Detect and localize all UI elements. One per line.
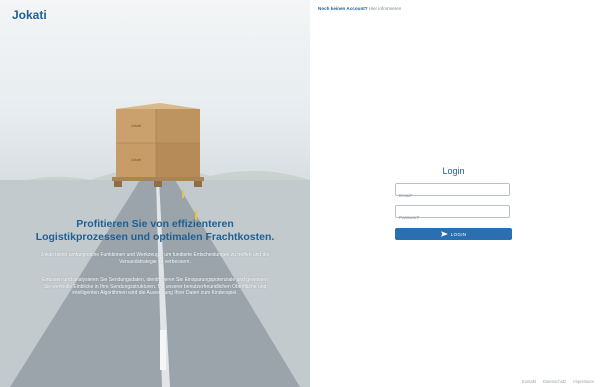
- box-label: Jokati: [131, 123, 142, 128]
- hero-headline: Profitieren Sie von effizienteren Logist…: [35, 218, 275, 243]
- hero-paragraph-1: Jokati bietet umfangreiche Funktionen un…: [40, 252, 270, 265]
- pallet-boxes-image: Jokati Jokati: [112, 103, 204, 187]
- password-field[interactable]: [396, 212, 509, 223]
- login-panel: Noch keinen Account?Hier informieren Log…: [310, 0, 600, 387]
- send-icon: [440, 231, 448, 237]
- hero-panel: Jokati Jokati Jokati Profitieren Sie von…: [0, 0, 310, 387]
- email-field-wrapper: [395, 183, 510, 201]
- footer-links: Kontakt Datenschutz Impressum: [522, 379, 594, 384]
- info-link[interactable]: Hier informieren: [369, 6, 402, 11]
- footer-link-kontakt[interactable]: Kontakt: [522, 379, 536, 384]
- register-link[interactable]: Noch keinen Account?: [318, 6, 368, 11]
- password-field-wrapper: [395, 205, 510, 223]
- register-prompt: Noch keinen Account?Hier informieren: [318, 6, 401, 11]
- login-button-label: LOGIN: [450, 231, 467, 237]
- footer-link-impressum[interactable]: Impressum: [573, 379, 594, 384]
- box-label: Jokati: [131, 157, 142, 162]
- login-title: Login: [442, 166, 465, 176]
- brand-logo: Jokati: [12, 8, 47, 22]
- email-field[interactable]: [396, 190, 509, 201]
- login-button[interactable]: LOGIN: [395, 228, 512, 240]
- footer-link-datenschutz[interactable]: Datenschutz: [543, 379, 566, 384]
- hero-paragraph-2: Erfassen und analysieren Sie Sendungsdat…: [42, 277, 268, 297]
